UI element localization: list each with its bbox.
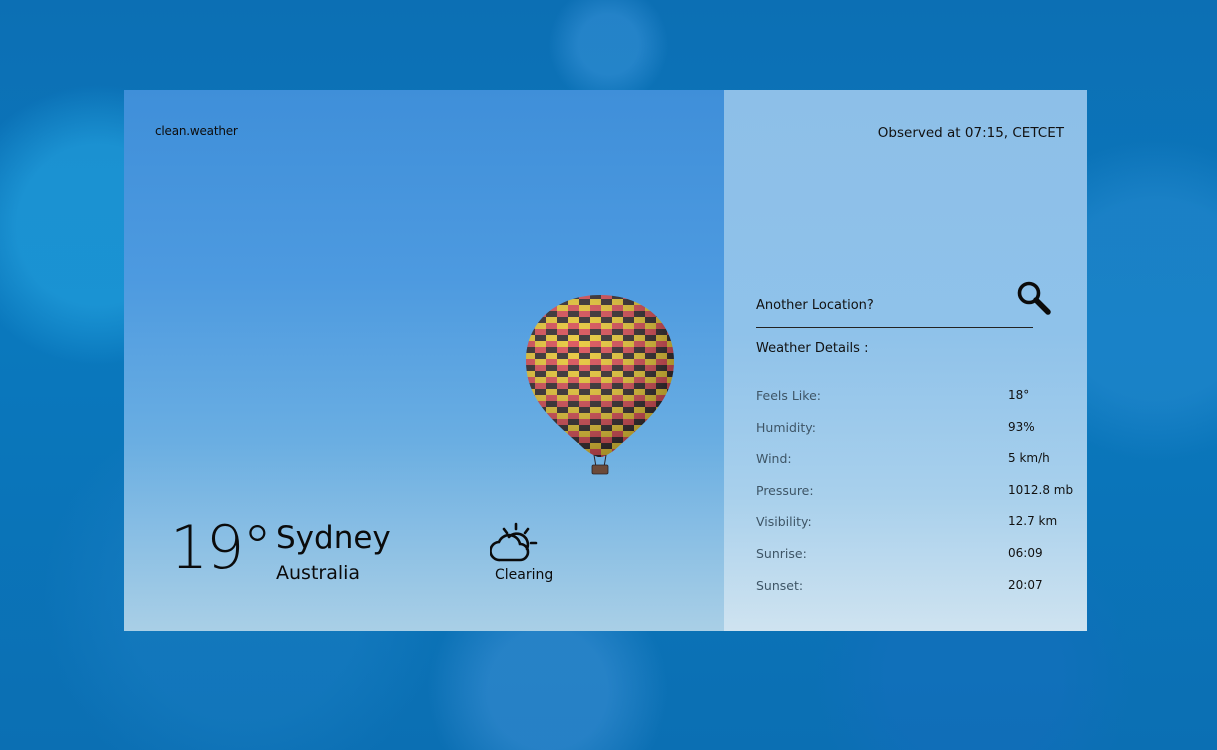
condition-label: Clearing [495,567,554,583]
detail-value: 1012.8 mb [1008,482,1074,497]
details-list: Feels Like: 18° Humidity: 93% Wind: 5 km… [756,388,1076,609]
detail-row-feels-like: Feels Like: 18° [756,388,1076,420]
city-name: Sydney [276,520,391,556]
cloud-sun-icon [490,522,538,562]
detail-label: Sunrise: [756,545,807,561]
brand-logo[interactable]: clean.weather [155,124,238,138]
detail-row-pressure: Pressure: 1012.8 mb [756,483,1076,515]
detail-value: 20:07 [1008,577,1043,592]
details-heading: Weather Details : [756,341,869,356]
detail-label: Visibility: [756,514,812,530]
detail-label: Feels Like: [756,388,821,403]
detail-label: Humidity: [756,419,816,435]
detail-row-sunset: Sunset: 20:07 [756,578,1076,610]
location-search-input[interactable]: Another Location? [756,298,874,313]
temperature: 19° [170,513,272,583]
weather-card: clean.weather 19° Sydney Australia Clear… [124,90,1087,631]
detail-value: 5 km/h [1008,451,1050,466]
detail-label: Pressure: [756,482,814,498]
detail-row-visibility: Visibility: 12.7 km [756,514,1076,546]
detail-row-wind: Wind: 5 km/h [756,451,1076,483]
detail-value: 06:09 [1008,545,1043,560]
detail-row-sunrise: Sunrise: 06:09 [756,546,1076,578]
detail-value: 93% [1008,419,1035,434]
detail-value: 12.7 km [1008,514,1058,529]
search-icon[interactable] [1016,280,1052,316]
search-underline [756,327,1033,328]
hero-panel: clean.weather 19° Sydney Australia Clear… [124,90,724,631]
detail-value: 18° [1008,388,1030,402]
country-name: Australia [276,562,361,584]
observation-time: Observed at 07:15, CETCET [877,125,1064,141]
detail-label: Wind: [756,451,792,467]
hot-air-balloon-image [526,295,674,475]
details-panel: Observed at 07:15, CETCET Another Locati… [724,90,1087,631]
detail-label: Sunset: [756,577,804,593]
detail-row-humidity: Humidity: 93% [756,420,1076,452]
